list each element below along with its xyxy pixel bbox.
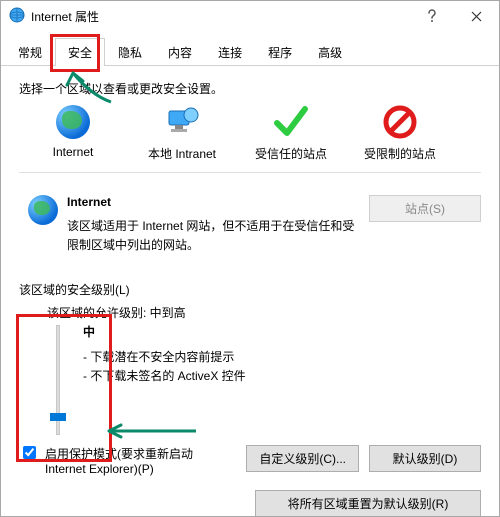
zone-description: 该区域适用于 Internet 网站，但不适用于在受信任和受限制区域中列出的网站… <box>67 217 361 255</box>
globe-icon <box>19 195 67 255</box>
window-title: Internet 属性 <box>31 8 409 25</box>
tab-label: 高级 <box>318 46 342 60</box>
tab-general[interactable]: 常规 <box>5 38 55 66</box>
tab-label: 隐私 <box>118 46 142 60</box>
tab-security[interactable]: 安全 <box>55 38 105 66</box>
level-detail: - 下载潜在不安全内容前提示 <box>83 348 246 365</box>
tab-label: 连接 <box>218 46 242 60</box>
tab-advanced[interactable]: 高级 <box>305 38 355 66</box>
slider-thumb[interactable] <box>50 413 66 421</box>
tab-label: 程序 <box>268 46 292 60</box>
intranet-icon <box>128 103 236 141</box>
zone-name: Internet <box>67 195 361 209</box>
forbidden-icon <box>346 103 454 141</box>
tab-label: 常规 <box>18 46 42 60</box>
zone-local-intranet[interactable]: 本地 Intranet <box>128 103 236 162</box>
titlebar: Internet 属性 <box>1 1 499 31</box>
custom-level-button[interactable]: 自定义级别(C)... <box>246 445 359 472</box>
tab-strip: 常规 安全 隐私 内容 连接 程序 高级 <box>1 33 499 66</box>
zone-label: 本地 Intranet <box>128 145 236 162</box>
protected-mode-label: 启用保护模式(要求重新启动 Internet Explorer)(P) <box>45 445 225 476</box>
globe-icon <box>19 103 127 141</box>
zone-label: Internet <box>19 145 127 159</box>
tab-content-area: 选择一个区域以查看或更改安全设置。 Internet 本地 Intranet 受… <box>1 66 499 517</box>
protected-mode-input[interactable] <box>23 446 36 459</box>
tab-programs[interactable]: 程序 <box>255 38 305 66</box>
sites-button[interactable]: 站点(S) <box>369 195 481 222</box>
zone-trusted[interactable]: 受信任的站点 <box>237 103 345 162</box>
tab-label: 安全 <box>68 46 92 60</box>
zone-restricted[interactable]: 受限制的站点 <box>346 103 454 162</box>
internet-icon <box>9 7 25 26</box>
security-level-slider[interactable] <box>47 325 69 435</box>
allowed-levels: 该区域的允许级别: 中到高 <box>47 304 481 321</box>
protected-mode-checkbox[interactable]: 启用保护模式(要求重新启动 Internet Explorer)(P) <box>19 445 246 476</box>
security-level-label: 该区域的安全级别(L) <box>19 281 481 298</box>
zone-info: Internet 该区域适用于 Internet 网站，但不适用于在受信任和受限… <box>19 195 481 255</box>
default-level-button[interactable]: 默认级别(D) <box>369 445 481 472</box>
reset-all-button[interactable]: 将所有区域重置为默认级别(R) <box>255 490 481 517</box>
close-button[interactable] <box>454 1 499 31</box>
current-level: 中 <box>83 323 246 340</box>
zone-label: 受限制的站点 <box>346 145 454 162</box>
tab-content[interactable]: 内容 <box>155 38 205 66</box>
zone-list: Internet 本地 Intranet 受信任的站点 受限制的站点 <box>19 103 481 162</box>
help-button[interactable] <box>409 1 454 31</box>
tab-label: 内容 <box>168 46 192 60</box>
zone-label: 受信任的站点 <box>237 145 345 162</box>
tab-connections[interactable]: 连接 <box>205 38 255 66</box>
level-detail: - 不下载未签名的 ActiveX 控件 <box>83 367 246 384</box>
zone-internet[interactable]: Internet <box>19 103 127 162</box>
zone-prompt: 选择一个区域以查看或更改安全设置。 <box>19 80 481 97</box>
checkmark-icon <box>237 103 345 141</box>
tab-privacy[interactable]: 隐私 <box>105 38 155 66</box>
internet-options-window: Internet 属性 常规 安全 隐私 内容 连接 程序 高级 选择一个区域以… <box>0 0 500 517</box>
